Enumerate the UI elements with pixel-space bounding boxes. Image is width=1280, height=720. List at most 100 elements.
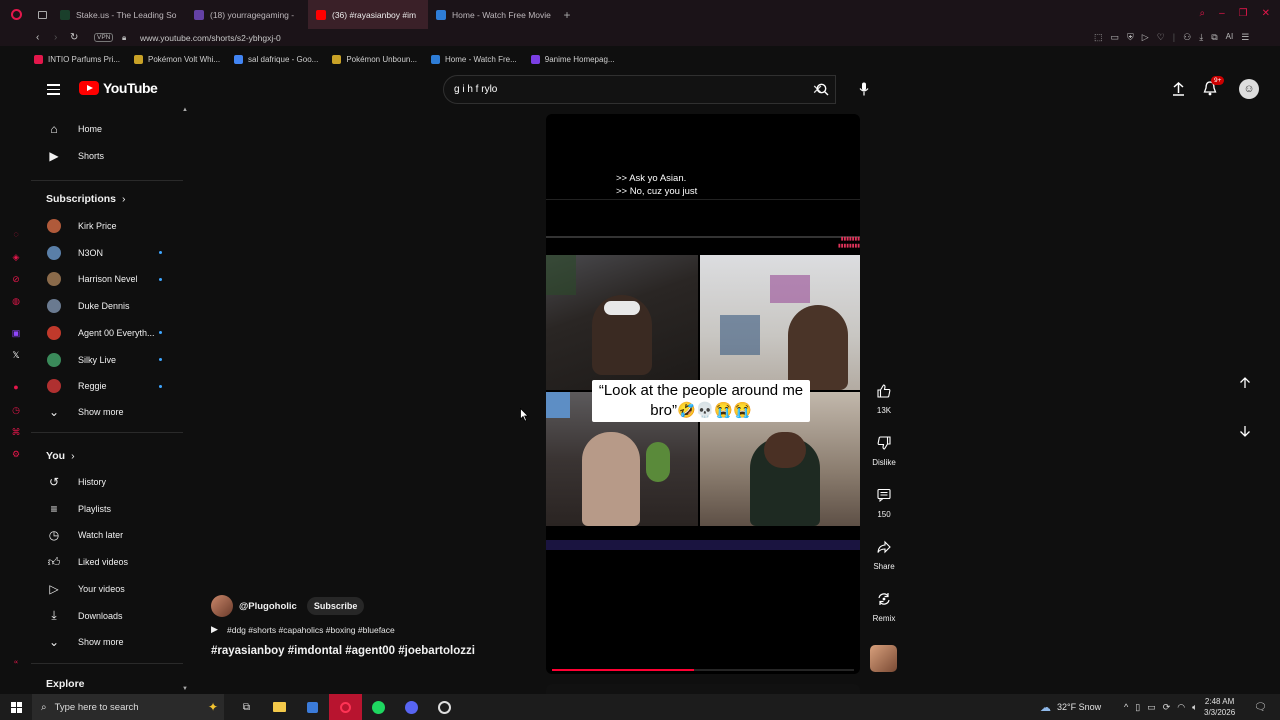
clock[interactable]: 2:48 AM 3/3/2026: [1204, 696, 1235, 718]
easy-setup-icon[interactable]: ☰: [1241, 32, 1249, 43]
sidebar-item-watch-later[interactable]: ◷ Watch later: [31, 522, 181, 548]
new-tab-button[interactable]: +: [558, 8, 576, 22]
play-icon[interactable]: ▶: [211, 624, 221, 635]
screenshot-icon[interactable]: ▭: [1111, 32, 1120, 43]
next-short-preview[interactable]: [546, 684, 860, 694]
task-view-icon[interactable]: ⧉: [230, 702, 263, 713]
hashtags[interactable]: #ddg #shorts #capaholics #boxing #bluefa…: [227, 625, 395, 635]
dislike-button[interactable]: Dislike: [868, 434, 900, 467]
store-icon[interactable]: [296, 701, 329, 713]
subscription-item[interactable]: Reggie: [31, 373, 181, 399]
discord-taskbar-icon[interactable]: [395, 700, 428, 714]
search-input[interactable]: g i h f rylo ✕: [443, 75, 836, 104]
ai-icon[interactable]: AI: [1226, 32, 1234, 43]
tray-app-icon[interactable]: ▯: [1135, 702, 1140, 713]
settings-icon[interactable]: ⚙: [10, 448, 22, 460]
file-explorer-icon[interactable]: [263, 702, 296, 712]
subscription-item[interactable]: Silky Live: [31, 347, 181, 373]
bookmark-item[interactable]: Home - Watch Fre...: [431, 54, 517, 64]
next-short-button[interactable]: [1236, 422, 1254, 440]
video-progress-bar[interactable]: [552, 669, 694, 671]
reload-icon[interactable]: ↻: [70, 32, 78, 43]
like-button[interactable]: 13K: [868, 382, 900, 415]
bookmark-heart-icon[interactable]: ♡: [1157, 32, 1165, 43]
url-field[interactable]: www.youtube.com/shorts/s2-ybhgxj-0: [140, 33, 281, 43]
subscription-item[interactable]: Harrison Nevel: [31, 266, 181, 292]
sidebar-item-liked[interactable]: 👍︎ Liked videos: [31, 549, 181, 575]
taskbar-search-input[interactable]: ⌕ Type here to search ✦: [32, 694, 224, 720]
opera-menu-icon[interactable]: [0, 0, 32, 29]
sidebar-item-downloads[interactable]: ⤓ Downloads: [31, 603, 181, 629]
opera-taskbar-icon[interactable]: [329, 694, 362, 720]
player-icon[interactable]: ▷: [1142, 32, 1149, 43]
short-title[interactable]: #rayasianboy #imdontal #agent00 #joebart…: [211, 645, 541, 657]
extensions-icon[interactable]: ⧉: [1211, 32, 1217, 43]
remix-button[interactable]: Remix: [868, 590, 900, 623]
sidebar-scroll-down-icon[interactable]: ▼: [182, 686, 188, 692]
notifications-center-icon[interactable]: 🗨︎: [1254, 702, 1267, 713]
previous-short-button[interactable]: [1236, 374, 1254, 392]
download-icon[interactable]: ⤓: [1199, 32, 1203, 43]
show-hidden-icons[interactable]: ^: [1124, 702, 1128, 713]
network-icon[interactable]: ◠: [1177, 702, 1185, 713]
aria-icon[interactable]: ◌: [10, 228, 22, 240]
pinboard-icon[interactable]: ⌘: [10, 426, 22, 438]
create-icon[interactable]: [1172, 82, 1185, 96]
profile-icon[interactable]: ⚇: [1183, 32, 1191, 43]
sidebar-item-your-videos[interactable]: ▷ Your videos: [31, 576, 181, 602]
subscriptions-heading[interactable]: Subscriptions ›: [46, 193, 126, 205]
you-heading[interactable]: You ›: [46, 450, 75, 462]
browser-tab[interactable]: (36) #rayasianboy #im: [308, 0, 428, 29]
maximize-button[interactable]: ❐: [1239, 8, 1248, 19]
subscription-item[interactable]: N3ON: [31, 240, 181, 266]
comments-button[interactable]: 150: [868, 486, 900, 519]
subscription-item[interactable]: Kirk Price: [31, 213, 181, 239]
shield-icon[interactable]: ⛨: [1127, 32, 1134, 43]
browser-tab[interactable]: (18) yourragegaming -: [186, 0, 308, 29]
bookmark-item[interactable]: 9anime Homepag...: [530, 54, 615, 64]
show-more-you[interactable]: ⌄ Show more: [31, 629, 181, 655]
x-twitter-icon[interactable]: 𝕏: [10, 349, 22, 361]
sidebar-item-shorts[interactable]: ▶ Shorts: [31, 143, 181, 169]
sound-thumbnail[interactable]: [870, 645, 897, 672]
bookmark-item[interactable]: sal dafrique - Goo...: [234, 54, 318, 64]
show-more-subscriptions[interactable]: ⌄ Show more: [31, 399, 181, 425]
bookmark-item[interactable]: Pokémon Unboun...: [332, 54, 417, 64]
browser-tab[interactable]: Stake.us - The Leading So: [52, 0, 186, 29]
more-sidebar-icon[interactable]: ∝: [10, 657, 22, 669]
volume-icon[interactable]: 🔈︎: [1192, 702, 1197, 713]
shorts-player[interactable]: >> Ask yo Asian. >> No, cuz you just ▮▮▮…: [546, 114, 860, 674]
close-window-button[interactable]: ✕: [1262, 8, 1270, 19]
bookmark-item[interactable]: INTIO Parfums Pri...: [34, 54, 120, 64]
history-sidebar-icon[interactable]: ◷: [10, 404, 22, 416]
sidebar-item-home[interactable]: ⌂ Home: [31, 116, 181, 142]
browser-tab[interactable]: Home - Watch Free Movie: [428, 0, 558, 29]
search-tabs-icon[interactable]: ⌕: [1199, 8, 1205, 19]
subscribe-button[interactable]: Subscribe: [306, 597, 365, 615]
app-taskbar-icon[interactable]: [428, 700, 461, 714]
tray-sync-icon[interactable]: ⟳: [1163, 702, 1171, 713]
tab-overview-icon[interactable]: [32, 0, 52, 29]
channel-avatar[interactable]: [211, 595, 233, 617]
weather-icon[interactable]: ☁: [1040, 701, 1051, 714]
channel-name[interactable]: @Plugoholic: [239, 601, 297, 612]
crypto-wallet-icon[interactable]: ◈: [10, 251, 22, 263]
sidebar-item-history[interactable]: ↺ History: [31, 469, 181, 495]
whatsapp-icon[interactable]: ◍: [10, 295, 22, 307]
bookmark-item[interactable]: Pokémon Volt Whi...: [134, 54, 220, 64]
vpn-badge[interactable]: VPN: [94, 33, 114, 42]
share-button[interactable]: Share: [868, 538, 900, 571]
account-avatar[interactable]: ☺: [1239, 79, 1259, 99]
sidebar-scroll-up-icon[interactable]: ▲: [182, 107, 188, 113]
minimize-button[interactable]: –: [1219, 8, 1225, 19]
spotify-taskbar-icon[interactable]: [362, 700, 395, 714]
forward-icon[interactable]: ›: [54, 32, 57, 43]
back-icon[interactable]: ‹: [36, 32, 39, 43]
youtube-logo[interactable]: YouTube: [79, 80, 158, 96]
subscription-item[interactable]: Duke Dennis: [31, 293, 181, 319]
sidebar-item-playlists[interactable]: ≡ Playlists: [31, 496, 181, 522]
battery-icon[interactable]: ▭: [1147, 702, 1156, 713]
voice-search-icon[interactable]: [859, 82, 869, 96]
spotify-icon[interactable]: ●: [10, 381, 22, 393]
start-button[interactable]: [0, 694, 32, 720]
